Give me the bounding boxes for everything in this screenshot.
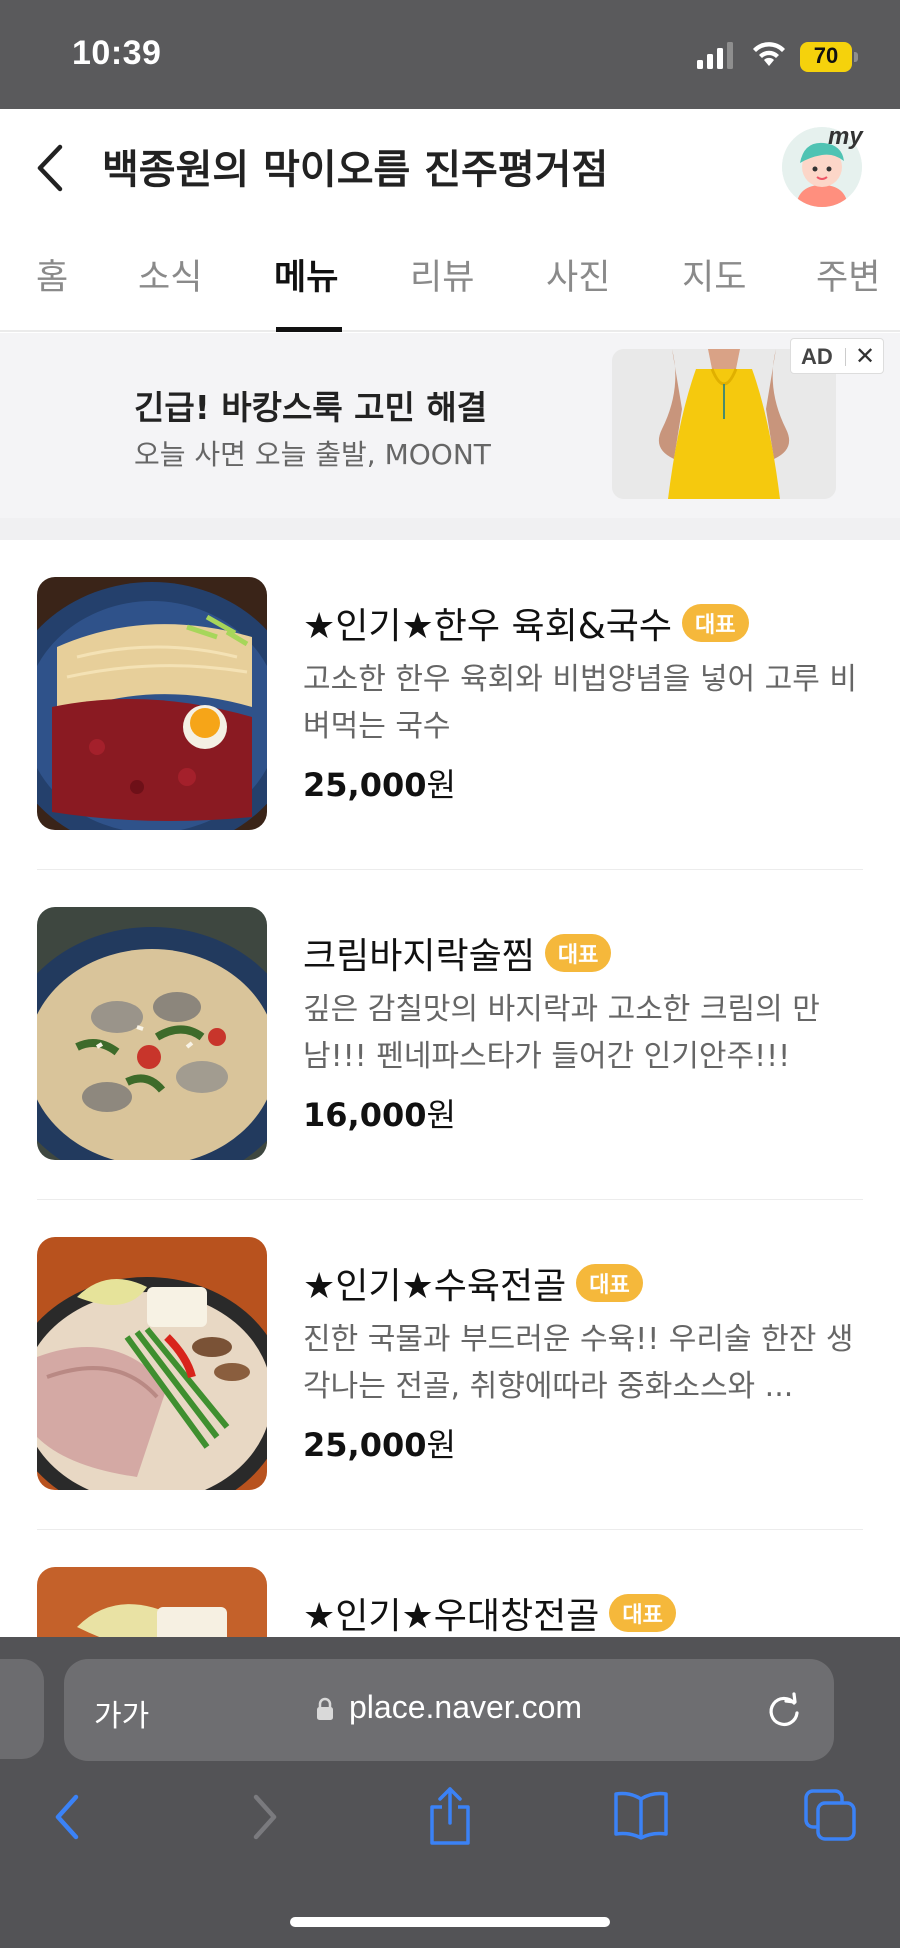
menu-name: ★인기★우대창전골 [303, 1596, 600, 1637]
tab-map[interactable]: 지도 [682, 249, 746, 300]
menu-description: 깊은 감칠맛의 바지락과 고소한 크림의 만남!!! 펜네파스타가 들어간 인기… [303, 992, 820, 1074]
price-unit: 원 [426, 766, 456, 804]
suyuk-hotpot-photo [37, 1237, 267, 1490]
battery-tip [854, 52, 858, 62]
menu-name-row: 크림바지락술찜 대표 [303, 927, 612, 977]
menu-description: 진한 국물과 부드러운 수육!! 우리술 한잔 생각나는 전골, 취향에따라 중… [303, 1322, 854, 1404]
menu-photo[interactable] [37, 907, 267, 1160]
section-gap [0, 518, 900, 540]
ad-badge-divider [845, 348, 846, 366]
tab-home[interactable]: 홈 [36, 249, 68, 300]
page: 10:39 70 백종원의 막이오름 진주평거점 my 홈 소식 메뉴 리뷰 사… [0, 0, 900, 1948]
active-tab-underline [276, 327, 342, 332]
status-time: 10:39 [72, 34, 162, 72]
menu-name: ★인기★한우 육회&국수 [303, 606, 673, 647]
price-number: 16,000 [303, 1096, 427, 1134]
bookmarks-icon[interactable] [612, 1789, 670, 1841]
ad-label: AD [801, 344, 833, 369]
representative-badge: 대표 [544, 934, 612, 972]
battery-level: 70 [813, 43, 839, 68]
menu-price: 25,000원 [303, 1420, 456, 1466]
yukhoe-noodle-photo [37, 577, 267, 830]
menu-name-row: ★인기★우대창전골 대표 [303, 1587, 676, 1637]
price-number: 25,000 [303, 766, 427, 804]
menu-item[interactable]: ★인기★한우 육회&국수 대표 고소한 한우 육회와 비법양념을 넣어 고루 비벼… [0, 540, 900, 870]
tab-menu[interactable]: 메뉴 [274, 249, 338, 300]
cream-clam-photo [37, 907, 267, 1160]
menu-item[interactable]: 크림바지락술찜 대표 깊은 감칠맛의 바지락과 고소한 크림의 만남!!! 펜네파… [0, 870, 900, 1200]
tab-nearby[interactable]: 주변 [816, 249, 880, 300]
text-size-button[interactable]: 가가 [94, 1691, 149, 1735]
menu-name-row: ★인기★한우 육회&국수 대표 [303, 597, 749, 647]
status-bar: 10:39 70 [0, 0, 900, 109]
menu-item[interactable]: ★인기★수육전골 대표 진한 국물과 부드러운 수육!! 우리술 한잔 생각나는 … [0, 1200, 900, 1530]
menu-name-row: ★인기★수육전골 대표 [303, 1257, 643, 1307]
menu-name: ★인기★수육전골 [303, 1266, 567, 1307]
home-indicator [290, 1917, 610, 1927]
browser-toolbar: 가가 place.naver.com [0, 1637, 900, 1948]
header: 백종원의 막이오름 진주평거점 my [0, 109, 900, 221]
page-title: 백종원의 막이오름 진주평거점 [102, 147, 609, 193]
ad-badge: AD ✕ [790, 338, 884, 374]
menu-list: ★인기★한우 육회&국수 대표 고소한 한우 육회와 비법양념을 넣어 고루 비벼… [0, 540, 900, 1820]
ad-subtitle: 오늘 사면 오늘 출발, MOONT [134, 438, 491, 471]
wifi-icon [753, 42, 785, 66]
reload-icon[interactable] [764, 1691, 804, 1731]
price-unit: 원 [426, 1096, 456, 1134]
avatar-my-label: my [828, 123, 863, 150]
price-number: 25,000 [303, 1426, 427, 1464]
representative-badge: 대표 [609, 1594, 676, 1632]
tab-photo[interactable]: 사진 [546, 249, 610, 300]
menu-price: 25,000원 [303, 760, 456, 806]
address-bar[interactable]: 가가 place.naver.com [64, 1659, 834, 1761]
back-arrow-icon[interactable] [48, 1791, 88, 1843]
signal-icon [697, 42, 733, 69]
forward-arrow-icon[interactable] [244, 1791, 284, 1843]
menu-description: 고소한 한우 육회와 비법양념을 넣어 고루 비벼먹는 국수 [303, 662, 858, 744]
chevron-left-icon[interactable] [30, 141, 70, 195]
tab-news[interactable]: 소식 [138, 249, 202, 300]
url-text[interactable]: place.naver.com [349, 1689, 582, 1726]
ad-title: 긴급! 바캉스룩 고민 해결 [134, 388, 488, 427]
price-unit: 원 [426, 1426, 456, 1464]
battery-icon: 70 [800, 42, 858, 72]
ad-banner[interactable]: 긴급! 바캉스룩 고민 해결 오늘 사면 오늘 출발, MOONT AD ✕ [0, 333, 900, 518]
tab-review[interactable]: 리뷰 [410, 249, 474, 300]
tab-bar: 홈 소식 메뉴 리뷰 사진 지도 주변 [0, 221, 900, 332]
menu-photo[interactable] [37, 577, 267, 830]
close-icon[interactable]: ✕ [855, 342, 875, 371]
representative-badge: 대표 [682, 604, 749, 642]
tabs-icon[interactable] [802, 1787, 858, 1843]
menu-photo[interactable] [37, 1237, 267, 1490]
menu-name: 크림바지락술찜 [303, 936, 535, 977]
share-icon[interactable] [424, 1785, 476, 1847]
lock-icon [317, 1697, 333, 1720]
previous-tab-preview[interactable] [0, 1659, 44, 1759]
representative-badge: 대표 [576, 1264, 643, 1302]
menu-price: 16,000원 [303, 1090, 456, 1136]
